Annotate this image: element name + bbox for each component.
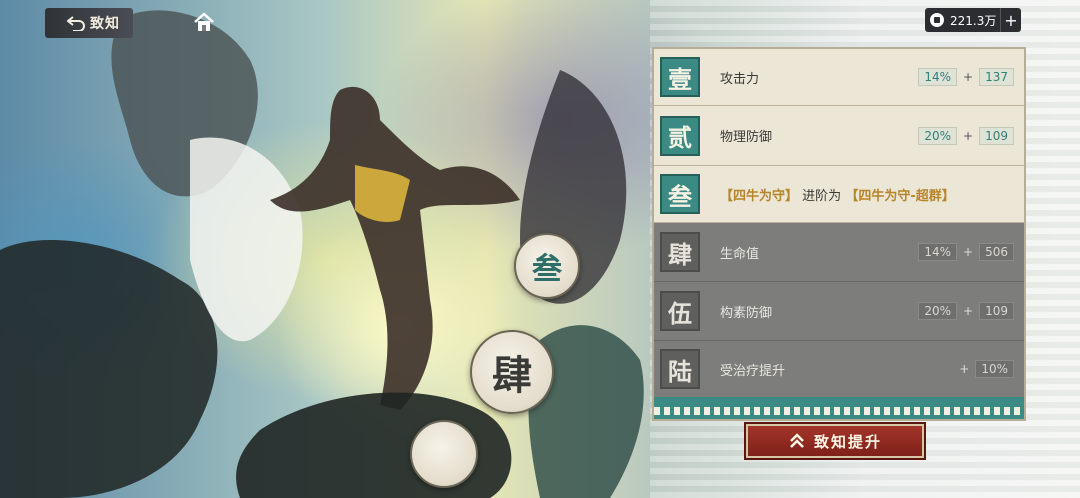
attribute-name: 物理防御	[720, 130, 773, 145]
plus-sign: +	[963, 128, 974, 143]
row-number: 贰	[660, 115, 700, 156]
home-icon[interactable]	[193, 12, 215, 32]
attribute-name: 攻击力	[720, 71, 760, 87]
attribute-percent: 14%	[918, 68, 958, 86]
attribute-row-5[interactable]: 伍 构素防御 20% + 109	[654, 282, 1024, 341]
skill-name-from: 【四牛为守】	[720, 188, 799, 204]
attribute-row-1[interactable]: 壹 攻击力 14% + 137	[654, 49, 1024, 106]
attribute-value: 109	[979, 302, 1014, 320]
plus-sign: +	[963, 70, 974, 84]
attribute-value: 137	[979, 68, 1014, 86]
node-4[interactable]	[410, 420, 478, 488]
currency-amount: 221.3万	[950, 13, 997, 28]
attribute-percent: 14%	[918, 243, 958, 261]
add-currency-button[interactable]: +	[1000, 8, 1021, 32]
back-button[interactable]: 致知	[45, 8, 133, 38]
skill-name-to: 【四牛为守-超群】	[845, 188, 955, 204]
attribute-name: 受治疗提升	[720, 363, 786, 379]
attribute-name: 生命值	[720, 246, 760, 262]
back-label: 致知	[90, 16, 120, 32]
row-number: 叁	[660, 174, 700, 214]
row-number: 壹	[660, 57, 700, 97]
plus-sign: +	[959, 362, 970, 376]
node-3[interactable]: 肆	[470, 330, 554, 414]
attribute-row-3[interactable]: 叁 【四牛为守】 进阶为 【四牛为守-超群】	[654, 166, 1024, 223]
attribute-value: 109	[979, 126, 1014, 145]
row-number: 肆	[660, 232, 700, 272]
row-number: 伍	[660, 291, 700, 331]
attribute-value: 10%	[975, 360, 1014, 378]
row-number: 陆	[660, 349, 700, 389]
back-arrow-icon	[67, 16, 85, 31]
upgrade-button[interactable]: 致知提升	[744, 422, 926, 460]
attribute-panel: 壹 攻击力 14% + 137 贰 物理防御 20% + 109 叁 【四牛为守…	[652, 47, 1026, 421]
attribute-value: 506	[979, 243, 1014, 261]
skill-upgrade-text: 【四牛为守】 进阶为 【四牛为守-超群】	[720, 185, 955, 204]
coin-icon	[930, 13, 944, 27]
currency-display: 221.3万 +	[925, 8, 1021, 32]
attribute-row-4[interactable]: 肆 生命值 14% + 506	[654, 223, 1024, 282]
attribute-percent: 20%	[918, 126, 958, 145]
plus-sign: +	[963, 304, 974, 318]
upgrade-label: 致知提升	[813, 432, 882, 451]
attribute-row-2[interactable]: 贰 物理防御 20% + 109	[654, 106, 1024, 166]
panel-footer-decoration	[654, 397, 1024, 419]
node-2[interactable]: 叁	[514, 233, 580, 299]
attribute-name: 构素防御	[720, 305, 773, 321]
upgrade-connector: 进阶为	[802, 188, 842, 204]
double-chevron-up-icon	[790, 433, 804, 448]
attribute-row-6[interactable]: 陆 受治疗提升 + 10%	[654, 341, 1024, 398]
attribute-percent: 20%	[918, 302, 958, 320]
plus-sign: +	[963, 245, 974, 259]
